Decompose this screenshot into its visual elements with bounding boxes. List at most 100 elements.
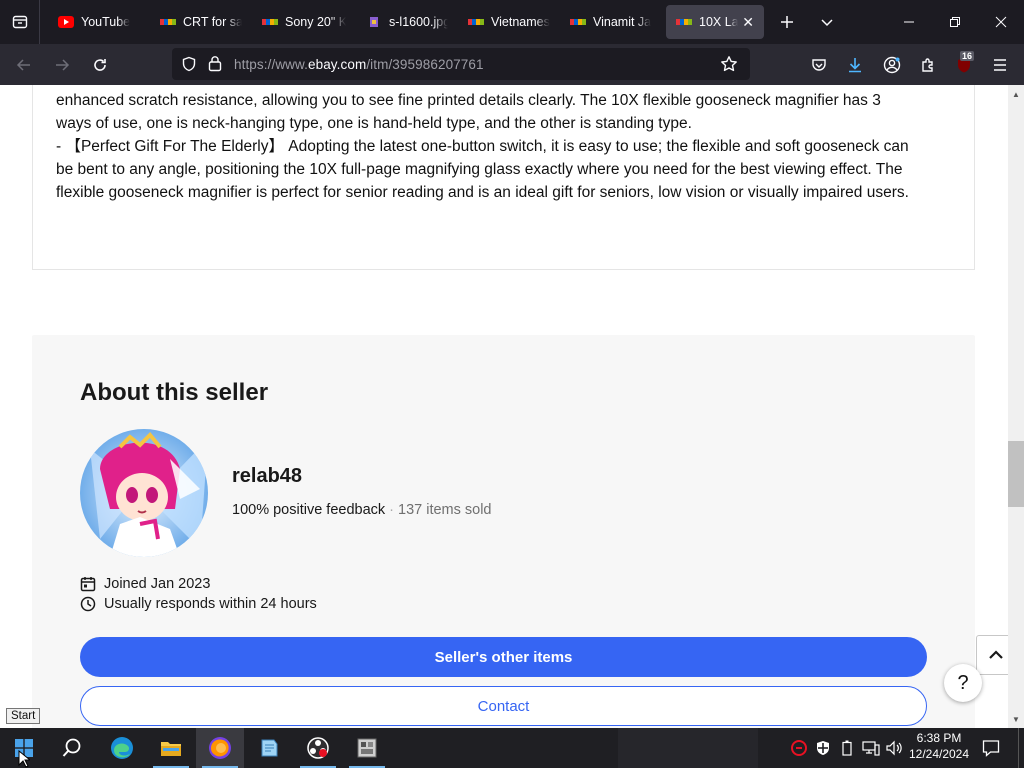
bookmark-star-icon[interactable] [720,55,738,73]
url-text[interactable]: https://www.ebay.com/itm/395986207761 [234,57,484,72]
firefox-icon [209,737,231,759]
page-scrollbar[interactable] [1008,85,1024,728]
edge-icon [111,737,133,759]
back-button[interactable] [6,49,42,81]
plus-icon [781,16,793,28]
url-path: /itm/395986207761 [366,56,484,72]
taskbar-notepad-app[interactable] [245,728,293,768]
description-line: be bent to any angle, positioning the 10… [56,161,903,178]
seller-name-link[interactable]: relab48 [232,465,302,488]
tab-title: Vinamit Ja [593,15,652,29]
taskbar-obs[interactable] [294,728,342,768]
taskbar-app[interactable] [343,728,391,768]
response-time: Usually responds within 24 hours [104,596,317,612]
description-line: ways of use, one is neck-hanging type, o… [56,115,692,132]
contact-seller-button[interactable]: Contact [80,686,927,726]
scroll-down-arrow[interactable]: ▼ [1008,711,1024,727]
notification-icon [982,740,1000,757]
notepad-icon [261,739,278,757]
reload-icon [94,58,106,71]
taskbar-edge[interactable] [98,728,146,768]
youtube-icon [58,16,74,28]
seller-avatar[interactable] [80,429,208,557]
search-button[interactable] [48,728,96,768]
tab-10x-large-active[interactable]: 10X Large ✕ [666,5,764,39]
separator: · [389,502,394,518]
extensions-button[interactable] [910,44,946,85]
tray-battery[interactable] [836,728,858,768]
action-center-button[interactable] [978,728,1004,768]
scrollbar-thumb[interactable] [1008,441,1024,507]
back-to-top-button[interactable] [976,635,1008,675]
about-seller-heading: About this seller [80,379,269,406]
shield-tray-icon [817,741,829,755]
obs-icon [307,737,329,759]
speaker-icon [886,740,902,756]
show-desktop-button[interactable] [1018,728,1024,768]
positive-feedback[interactable]: 100% positive feedback [232,502,385,518]
firefox-view-icon [12,15,27,29]
tab-title: CRT for sale [183,15,242,29]
sellers-other-items-button[interactable]: Seller's other items [80,637,927,677]
search-icon [62,738,81,757]
tab-image[interactable]: s-l1600.jpg [356,5,458,39]
account-icon [883,56,901,73]
downloads-button[interactable] [837,44,873,85]
shield-icon[interactable] [181,56,197,72]
description-line: - 【Perfect Gift For The Elderly】 Adoptin… [56,138,909,155]
url-prefix: https://www. [234,56,308,72]
taskbar-clock[interactable]: 6:38 PM 12/24/2024 [906,730,972,762]
ublock-extension-button[interactable]: 16 [946,44,982,85]
ebay-icon [570,19,586,25]
tray-windows-security[interactable] [812,728,834,768]
account-button[interactable] [874,44,910,85]
taskbar-firefox[interactable] [196,728,244,768]
app-icon [357,738,377,758]
reload-button[interactable] [82,49,118,81]
tray-volume[interactable] [884,728,906,768]
restore-button[interactable] [932,0,978,44]
pocket-icon [812,58,826,71]
seller-feedback-summary: 100% positive feedback · 137 items sold [232,502,492,518]
close-window-button[interactable] [978,0,1024,44]
tab-vinamit[interactable]: Vinamit Ja [560,5,662,39]
joined-date: Joined Jan 2023 [104,576,211,592]
arrow-right-icon [56,58,70,71]
ebay-icon [468,19,484,25]
download-icon [849,57,861,72]
description-line: enhanced scratch resistance, allowing yo… [56,92,881,109]
tab-sony[interactable]: Sony 20" K [252,5,356,39]
tab-vietnamese[interactable]: Vietnamese [458,5,560,39]
firefox-view-button[interactable] [0,0,40,44]
forward-button[interactable] [44,49,80,81]
image-icon [370,17,378,27]
items-sold: 137 items sold [398,502,492,518]
close-tab-icon[interactable]: ✕ [742,14,754,31]
clock-date: 12/24/2024 [908,747,970,761]
minimize-button[interactable] [886,0,932,44]
address-bar[interactable]: https://www.ebay.com/itm/395986207761 [172,48,750,80]
ebay-icon [160,19,176,25]
lock-icon[interactable] [207,55,223,72]
menu-button[interactable] [982,44,1018,85]
tab-title: Vietnamese [491,15,550,29]
mouse-cursor-icon [18,749,32,773]
tab-title: s-l1600.jpg [389,15,448,29]
tab-youtube[interactable]: YouTube [48,5,150,39]
list-all-tabs-button[interactable] [812,6,842,38]
ebay-icon [676,19,692,25]
pocket-button[interactable] [801,44,837,85]
arrow-left-icon [16,58,30,71]
battery-icon [842,740,852,756]
calendar-icon [80,577,96,592]
hamburger-menu-icon [994,58,1006,71]
scroll-up-arrow[interactable]: ▲ [1008,86,1024,102]
new-tab-button[interactable] [772,6,802,38]
url-domain: ebay.com [307,56,367,72]
tab-crt-for-sale[interactable]: CRT for sale [150,5,252,39]
response-time-row: Usually responds within 24 hours [80,596,317,612]
help-button[interactable]: ? [944,664,982,702]
taskbar-file-explorer[interactable] [147,728,195,768]
tray-network[interactable] [860,728,882,768]
tray-security-app[interactable] [788,728,810,768]
